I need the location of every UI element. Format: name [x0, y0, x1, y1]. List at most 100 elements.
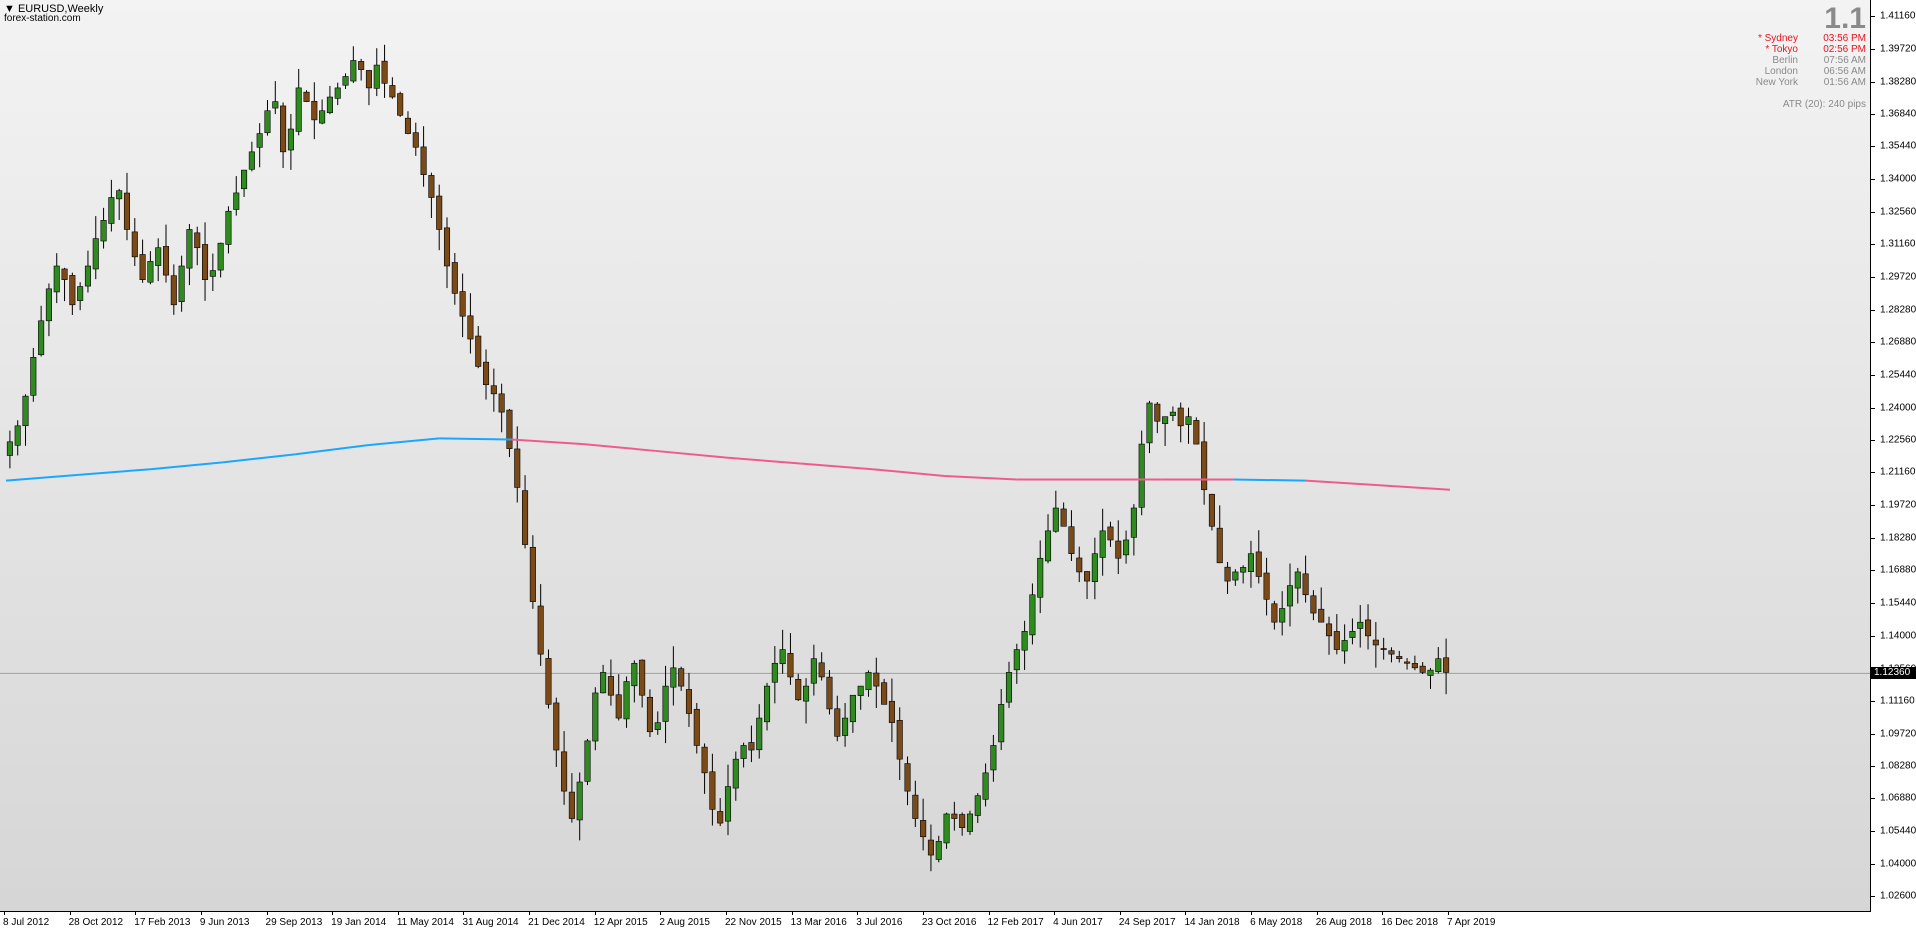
candle	[803, 678, 810, 724]
moving-average-segment	[5, 473, 79, 482]
candle-body	[1177, 407, 1184, 427]
candle-body	[615, 694, 622, 719]
candle	[131, 218, 138, 267]
candle	[709, 753, 716, 826]
candle	[1263, 557, 1270, 616]
candle-body	[84, 265, 91, 287]
candle-body	[1099, 530, 1106, 558]
candle-body	[139, 254, 146, 280]
candle	[147, 251, 154, 285]
candle	[1357, 605, 1364, 648]
time-tick-label: 23 Oct 2016	[921, 917, 977, 928]
candle	[45, 283, 52, 337]
candle-body	[241, 169, 248, 190]
price-tick-label: 1.36840	[1880, 108, 1916, 120]
candle	[1060, 502, 1067, 527]
candle-body	[756, 717, 763, 751]
candle	[1013, 643, 1020, 684]
candle	[724, 764, 732, 836]
candle-body	[1388, 650, 1395, 655]
candle-body	[561, 751, 568, 792]
candle	[1224, 561, 1231, 594]
candle-body	[358, 61, 365, 70]
candle-body	[693, 708, 700, 746]
candle	[795, 673, 802, 701]
candle-body	[1130, 507, 1137, 538]
price-tick-mark	[1871, 407, 1875, 409]
moving-average-segment	[366, 437, 440, 447]
moving-average-segment	[872, 468, 945, 478]
site-watermark: forex-station.com	[4, 13, 81, 24]
candle	[123, 172, 131, 241]
candle	[108, 179, 115, 232]
price-tick-mark	[1871, 81, 1875, 83]
price-tick-label: 1.32560	[1880, 206, 1916, 218]
time-tick-label: 16 Dec 2018	[1381, 917, 1439, 928]
price-tick-label: 1.21160	[1880, 466, 1916, 478]
candle-body	[326, 96, 333, 114]
candle-body	[209, 270, 216, 277]
time-tick-label: 11 May 2014	[396, 917, 454, 928]
candle	[1123, 530, 1130, 564]
candle	[545, 649, 552, 709]
candle	[756, 704, 763, 759]
candle-body	[1419, 665, 1426, 673]
candle-body	[1107, 526, 1114, 541]
candle	[631, 660, 638, 703]
candle-body	[1279, 608, 1286, 623]
candle-body	[264, 110, 271, 134]
candle-body	[373, 64, 380, 89]
candle	[443, 217, 451, 289]
price-tick-mark	[1871, 602, 1875, 604]
candle	[693, 702, 700, 754]
candle-body	[1325, 623, 1333, 637]
price-tick-label: 1.35440	[1880, 140, 1916, 152]
time-tick-label: 19 Jan 2014	[331, 917, 387, 928]
time-tick-label: 13 Mar 2016	[790, 917, 847, 928]
candle	[1005, 661, 1013, 708]
candle	[209, 253, 216, 292]
candle-body	[873, 672, 880, 687]
candle	[1138, 430, 1145, 516]
time-tick-label: 26 Aug 2018	[1315, 917, 1372, 928]
candle-body	[451, 262, 458, 294]
candle	[1380, 637, 1387, 660]
candle-body	[600, 672, 607, 694]
time-tick-mark	[1054, 911, 1056, 915]
candle	[639, 659, 646, 708]
candle	[701, 743, 708, 794]
price-tick-label: 1.24000	[1880, 402, 1916, 414]
candle-body	[1286, 585, 1294, 607]
candle-body	[834, 708, 841, 737]
price-tick-mark	[1871, 472, 1875, 474]
candle	[896, 707, 903, 781]
candle	[990, 734, 997, 782]
time-tick-label: 29 Sep 2013	[265, 917, 323, 928]
candle	[1396, 650, 1403, 663]
candle	[732, 751, 739, 801]
candle	[451, 252, 458, 305]
candle	[389, 77, 396, 99]
time-tick-mark	[200, 911, 202, 915]
candle-body	[553, 702, 560, 751]
candle-body	[194, 232, 201, 249]
candle	[1130, 504, 1137, 556]
candle	[1302, 555, 1309, 603]
candle-body	[350, 60, 357, 82]
candle	[584, 738, 591, 786]
candle	[475, 325, 482, 369]
candle-body	[53, 265, 60, 293]
time-tick-label: 22 Nov 2015	[725, 917, 782, 928]
time-tick-mark	[1382, 911, 1384, 915]
price-tick-mark	[1871, 212, 1875, 214]
candle-body	[506, 409, 513, 449]
time-tick-mark	[1119, 911, 1121, 915]
time-tick-mark	[69, 911, 71, 915]
price-tick-mark	[1871, 440, 1875, 442]
price-tick-mark	[1871, 538, 1875, 540]
candle	[654, 711, 661, 735]
candle-body	[186, 229, 193, 269]
price-tick-label: 1.08280	[1880, 760, 1916, 772]
moving-average-segment	[294, 444, 368, 456]
candle-body	[904, 763, 911, 792]
